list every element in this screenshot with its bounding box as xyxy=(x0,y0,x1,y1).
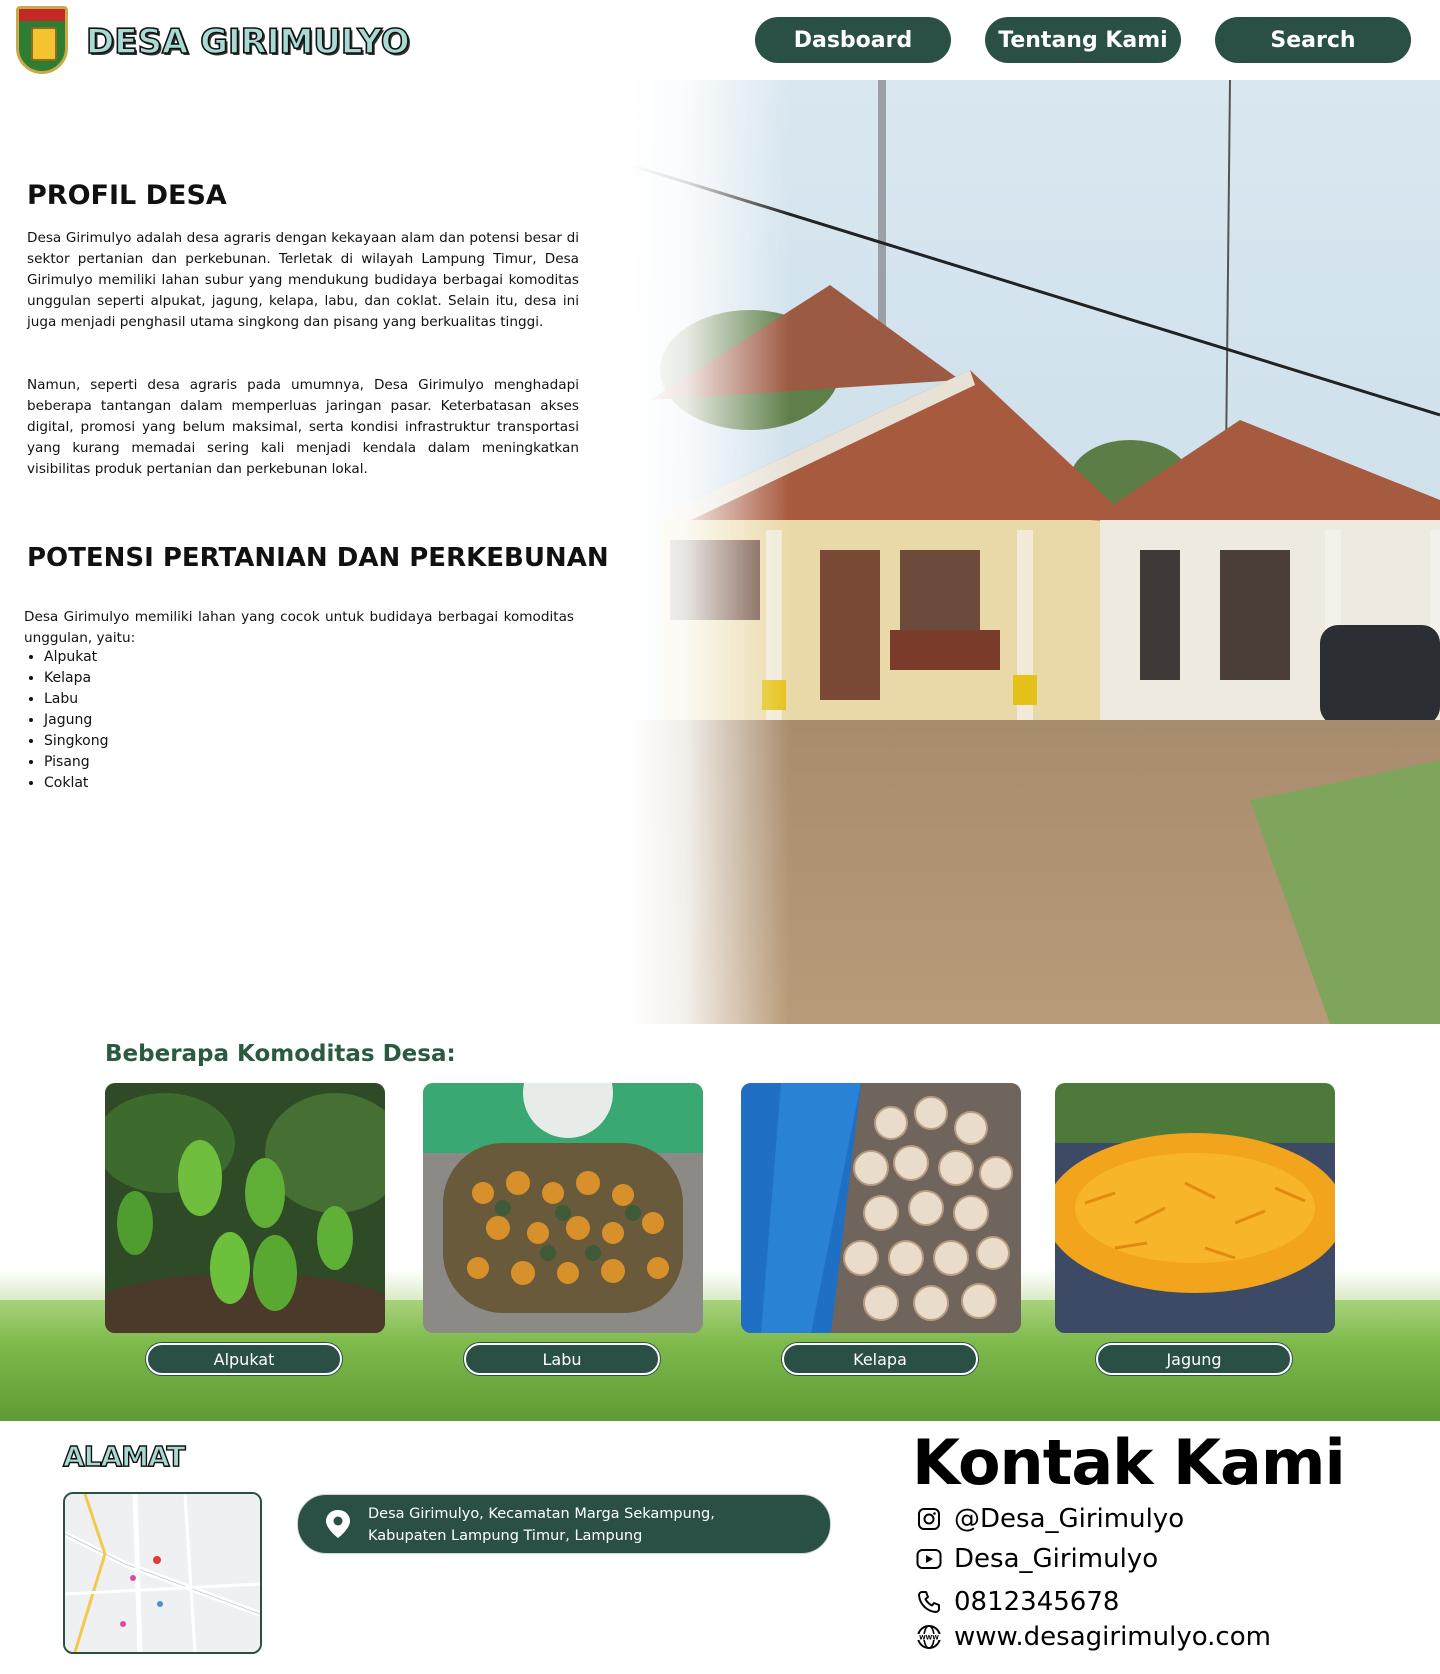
list-item: Coklat xyxy=(44,773,108,794)
profil-heading: PROFIL DESA xyxy=(27,180,227,211)
contact-phone[interactable]: 0812345678 xyxy=(916,1585,1119,1619)
instagram-handle: @Desa_Girimulyo xyxy=(954,1504,1185,1534)
alamat-title: ALAMAT xyxy=(62,1439,186,1473)
list-item: Labu xyxy=(44,689,108,710)
location-pin-icon xyxy=(326,1510,350,1538)
phone-icon xyxy=(916,1589,942,1615)
potensi-intro: Desa Girimulyo memiliki lahan yang cocok… xyxy=(24,609,574,646)
address-pill: Desa Girimulyo, Kecamatan Marga Sekampun… xyxy=(297,1494,831,1554)
list-item: Alpukat xyxy=(44,647,108,668)
list-item: Singkong xyxy=(44,731,108,752)
pumpkin-photo xyxy=(423,1083,703,1333)
komoditas-title: Beberapa Komoditas Desa: xyxy=(105,1041,456,1067)
potensi-list: Alpukat Kelapa Labu Jagung Singkong Pisa… xyxy=(22,647,108,794)
label-jagung-button[interactable]: Jagung xyxy=(1096,1343,1292,1375)
list-item: Jagung xyxy=(44,710,108,731)
profil-paragraph-1: Desa Girimulyo adalah desa agraris denga… xyxy=(27,230,579,330)
nav-search-button[interactable]: Search xyxy=(1215,17,1411,63)
label-kelapa-button[interactable]: Kelapa xyxy=(782,1343,978,1375)
instagram-icon xyxy=(916,1506,942,1532)
komoditas-card-labu[interactable] xyxy=(423,1083,703,1333)
logo-band xyxy=(19,9,65,21)
logo-emblem xyxy=(31,27,57,61)
youtube-icon xyxy=(916,1546,942,1572)
globe-icon: WWW xyxy=(916,1624,942,1650)
corn-photo xyxy=(1055,1083,1335,1333)
coconut-photo xyxy=(741,1083,1021,1333)
kontak-title: Kontak Kami xyxy=(912,1426,1346,1499)
phone-number: 0812345678 xyxy=(954,1587,1120,1617)
komoditas-card-jagung[interactable] xyxy=(1055,1083,1335,1333)
nav-tentang-kami-button[interactable]: Tentang Kami xyxy=(985,17,1181,63)
list-item: Pisang xyxy=(44,752,108,773)
label-alpukat-button[interactable]: Alpukat xyxy=(146,1343,342,1375)
youtube-channel: Desa_Girimulyo xyxy=(954,1544,1159,1574)
komoditas-card-kelapa[interactable] xyxy=(741,1083,1021,1333)
svg-text:WWW: WWW xyxy=(919,1635,939,1642)
hero-fade-overlay xyxy=(630,80,790,1024)
site-title: DESA GIRIMULYO xyxy=(85,21,410,63)
profil-paragraph-2: Namun, seperti desa agraris pada umumnya… xyxy=(27,377,579,477)
website-url: www.desagirimulyo.com xyxy=(954,1622,1271,1652)
site-logo[interactable] xyxy=(16,6,68,74)
address-line-2: Kabupaten Lampung Timur, Lampung xyxy=(368,1528,643,1544)
nav-dasboard-button[interactable]: Dasboard xyxy=(755,17,951,63)
location-map[interactable] xyxy=(63,1492,262,1654)
label-labu-button[interactable]: Labu xyxy=(464,1343,660,1375)
address-text: Desa Girimulyo, Kecamatan Marga Sekampun… xyxy=(368,1503,808,1547)
contact-youtube[interactable]: Desa_Girimulyo xyxy=(916,1542,1158,1576)
potensi-heading: POTENSI PERTANIAN DAN PERKEBUNAN xyxy=(27,543,609,573)
address-line-1: Desa Girimulyo, Kecamatan Marga Sekampun… xyxy=(368,1506,715,1522)
village-office-photo xyxy=(630,80,1440,1024)
list-item: Kelapa xyxy=(44,668,108,689)
contact-website[interactable]: WWW www.desagirimulyo.com xyxy=(916,1620,1271,1654)
map-image xyxy=(65,1494,260,1652)
komoditas-card-alpukat[interactable] xyxy=(105,1083,385,1333)
avocado-photo xyxy=(105,1083,385,1333)
contact-instagram[interactable]: @Desa_Girimulyo xyxy=(916,1502,1184,1536)
